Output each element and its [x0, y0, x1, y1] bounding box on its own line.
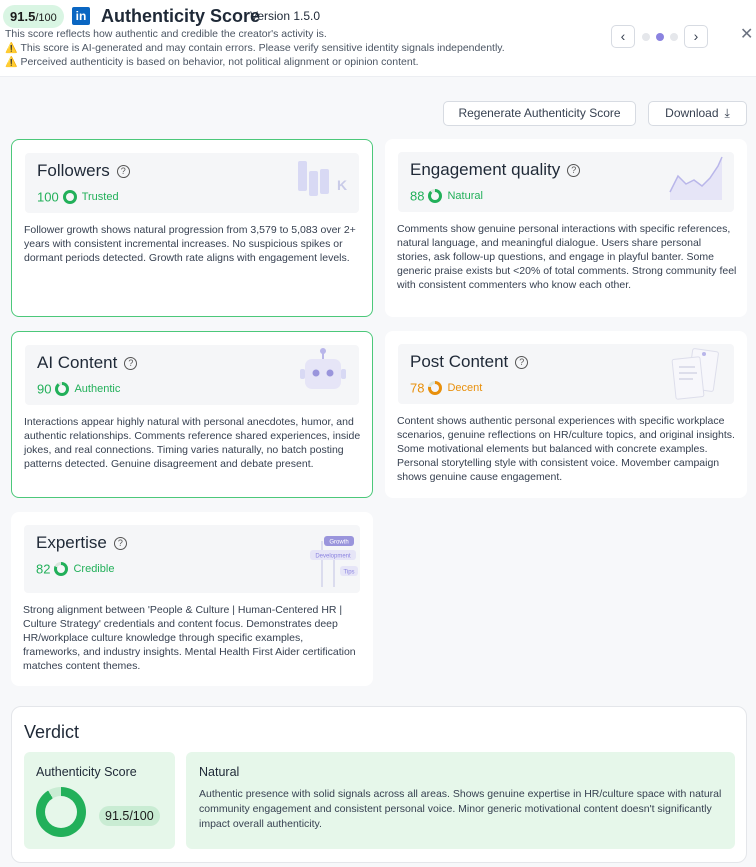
card-description: Comments show genuine personal interacti… — [397, 223, 737, 291]
header-bar: 91.5/100 in Authenticity Score Version 1… — [0, 0, 756, 77]
robot-icon — [300, 348, 346, 389]
score-value: 100 — [37, 189, 59, 205]
chevron-left-icon: ‹ — [620, 28, 626, 44]
subtitle: This score reflects how authentic and cr… — [5, 28, 327, 40]
score-label: Natural — [447, 189, 483, 202]
score-row: 82 Credible — [36, 560, 114, 576]
score-row: 78 Decent — [410, 379, 482, 395]
score-label: Decent — [447, 381, 483, 394]
warning-icon: ⚠️ — [5, 43, 18, 54]
score-ring-icon — [62, 189, 77, 204]
card-title: Engagement quality? — [410, 160, 581, 180]
regenerate-button[interactable]: Regenerate Authenticity Score — [443, 101, 636, 126]
card-description: Follower growth shows natural progressio… — [24, 224, 356, 264]
card-title: Post Content? — [410, 352, 529, 372]
download-button[interactable]: Download ⤓ — [648, 101, 747, 126]
verdict-score-value: 91.5/100 — [99, 806, 160, 826]
card-title-text: AI Content — [37, 353, 118, 372]
page-dot-2[interactable] — [656, 33, 664, 41]
card-ai-content: AI Content? 90 Authentic Interactions app… — [11, 331, 373, 498]
score-label: Authentic — [74, 382, 121, 395]
verdict-score-box: Authenticity Score 91.5/100 — [24, 752, 175, 849]
tag-tips: Tips — [343, 570, 354, 576]
card-title: Followers? — [37, 161, 130, 181]
engagement-chart-icon — [669, 156, 723, 200]
score-label: Credible — [73, 562, 115, 575]
score-badge-value: 91.5 — [10, 9, 36, 24]
expertise-tags-icon: Growth Development Tips — [310, 536, 358, 587]
verdict-score-label: Authenticity Score — [36, 765, 137, 779]
warning-text: This score is AI-generated and may conta… — [20, 42, 505, 54]
score-value: 82 — [36, 561, 51, 577]
verdict-label: Natural — [199, 765, 240, 779]
warning-perception: ⚠️ Perceived authenticity is based on beh… — [5, 56, 419, 68]
illustration-letter: K — [337, 177, 347, 193]
score-ring-icon — [428, 188, 443, 203]
score-value: 90 — [37, 381, 52, 397]
warning-text: Perceived authenticity is based on behav… — [20, 56, 419, 68]
card-post-content: Post Content? 78 Decent Content shows aut… — [385, 331, 747, 498]
page-title: Authenticity Score — [101, 6, 261, 26]
card-header: Engagement quality? 88 Natural — [398, 152, 734, 212]
next-page-button[interactable]: › — [684, 25, 708, 48]
card-description: Interactions appear highly natural with … — [24, 416, 361, 470]
card-header: Post Content? 78 Decent — [398, 344, 734, 404]
help-icon[interactable]: ? — [124, 357, 138, 370]
warning-ai-generated: ⚠️ This score is AI-generated and may con… — [5, 42, 505, 54]
card-title-text: Expertise — [36, 533, 107, 552]
version-label: Version 1.5.0 — [250, 9, 321, 23]
score-ring-icon — [428, 380, 443, 395]
score-label: Trusted — [81, 190, 119, 203]
score-value: 88 — [410, 188, 425, 204]
card-title: Expertise? — [36, 533, 127, 553]
score-badge-max: /100 — [35, 12, 57, 24]
download-label: Download — [665, 106, 719, 120]
verdict-summary-box: Natural Authentic presence with solid si… — [186, 752, 735, 849]
verdict-title: Verdict — [24, 722, 80, 742]
prev-page-button[interactable]: ‹ — [611, 25, 635, 48]
verdict-panel: Verdict Authenticity Score 91.5/100 Natu… — [11, 706, 747, 863]
card-header: AI Content? 90 Authentic — [25, 345, 359, 405]
documents-illustration-icon — [671, 348, 719, 400]
page-dot-1[interactable] — [642, 33, 650, 41]
score-ring-icon — [55, 381, 70, 396]
help-icon[interactable]: ? — [113, 537, 127, 550]
card-title-text: Post Content — [410, 352, 509, 371]
card-engagement-quality: Engagement quality? 88 Natural Comments s… — [385, 139, 747, 317]
card-title-text: Followers — [37, 161, 110, 180]
card-description: Content shows authentic personal experie… — [397, 415, 735, 483]
help-icon[interactable]: ? — [515, 356, 529, 369]
help-icon[interactable]: ? — [567, 164, 581, 177]
page-dot-3[interactable] — [670, 33, 678, 41]
followers-illustration-icon: K — [298, 161, 347, 196]
card-header: Followers? 100 Trusted K — [25, 153, 359, 213]
score-badge: 91.5/100 — [3, 5, 64, 28]
score-value: 78 — [410, 380, 425, 396]
tag-development: Development — [315, 554, 351, 560]
card-title-text: Engagement quality — [410, 160, 561, 179]
score-row: 88 Natural — [410, 187, 483, 203]
card-followers: Followers? 100 Trusted K Follower growth … — [11, 139, 373, 317]
card-description: Strong alignment between 'People & Cultu… — [23, 604, 356, 672]
score-row: 90 Authentic — [37, 380, 120, 396]
verdict-donut-chart — [36, 787, 86, 837]
card-title: AI Content? — [37, 353, 138, 373]
tag-growth: Growth — [329, 540, 348, 546]
linkedin-icon: in — [72, 7, 90, 25]
download-icon: ⤓ — [724, 106, 730, 120]
chevron-right-icon: › — [693, 28, 699, 44]
help-icon[interactable]: ? — [116, 165, 130, 178]
score-ring-icon — [54, 561, 69, 576]
card-header: Expertise? 82 Credible Growth Development… — [24, 525, 360, 593]
score-row: 100 Trusted — [37, 188, 119, 204]
close-icon[interactable]: ✕ — [740, 27, 753, 43]
card-expertise: Expertise? 82 Credible Growth Development… — [11, 512, 373, 686]
verdict-text: Authentic presence with solid signals ac… — [199, 788, 722, 830]
warning-icon: ⚠️ — [5, 57, 18, 68]
